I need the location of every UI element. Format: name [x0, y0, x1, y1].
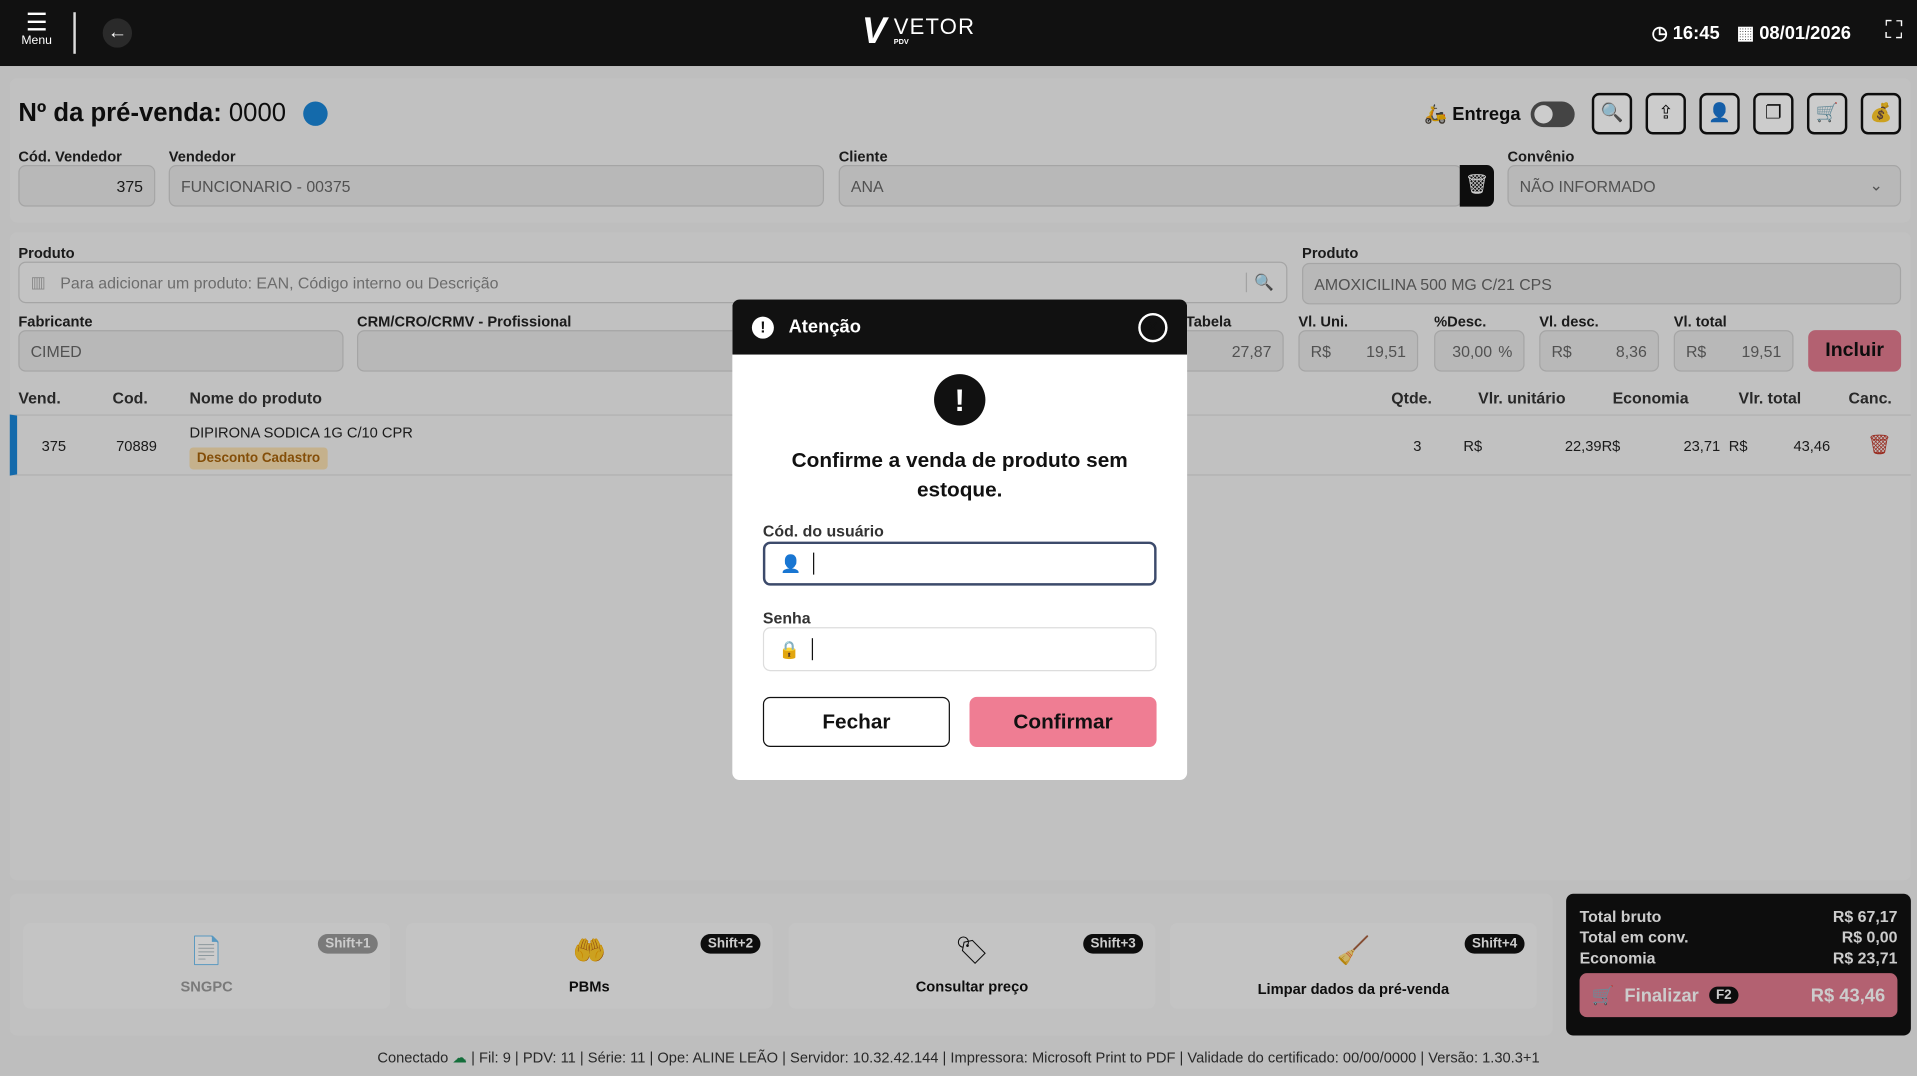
time: 16:45 [1672, 23, 1720, 45]
dialog-message: Confirme a venda de produto sem estoque. [791, 448, 1128, 502]
label: Cód. do usuário [762, 522, 884, 541]
close-icon[interactable]: × [1138, 312, 1168, 343]
close-button[interactable]: Fechar [762, 696, 950, 747]
label: Senha [762, 608, 811, 628]
lock-icon: 🔒 [778, 638, 801, 659]
user-code-input[interactable]: 👤 [762, 541, 1157, 586]
fullscreen-icon[interactable]: ⛶ [1885, 17, 1902, 45]
clock-icon: ◷ [1651, 23, 1673, 45]
logo: V VETOR PDV [861, 11, 976, 52]
logo-sub: PDV [893, 39, 909, 47]
pdv-screen: ☰ Menu ← V VETOR PDV ◷ 16:45 ▦ 08/01/2026 ⛶ … [0, 0, 1917, 1076]
hamburger-icon: ☰ [25, 9, 48, 37]
alert-icon: ! [751, 316, 774, 339]
menu-label: Menu [21, 34, 52, 48]
calendar-icon: ▦ [1736, 23, 1760, 45]
logo-text: VETOR [893, 14, 976, 40]
password-input[interactable]: 🔒 [762, 627, 1157, 672]
divider [73, 12, 76, 54]
menu-button[interactable]: ☰ Menu [17, 9, 56, 48]
user-icon: 👤 [780, 553, 802, 573]
attention-dialog: ! Atenção × ! Confirme a venda de produto… [732, 299, 1188, 781]
alert-icon: ! [934, 374, 986, 426]
date: 08/01/2026 [1759, 23, 1851, 45]
clock: ◷ 16:45 ▦ 08/01/2026 [1652, 22, 1851, 44]
dialog-title: Atenção [788, 316, 861, 338]
confirm-button[interactable]: Confirmar [969, 696, 1157, 747]
back-button[interactable]: ← [102, 18, 133, 48]
top-bar: ☰ Menu ← V VETOR PDV ◷ 16:45 ▦ 08/01/2026 ⛶ [0, 0, 1917, 67]
